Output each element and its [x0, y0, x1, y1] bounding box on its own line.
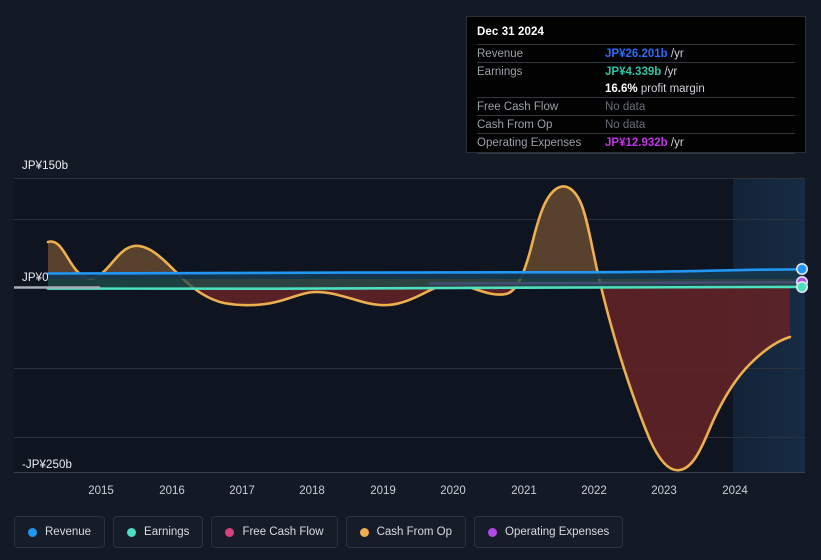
tooltip-date: Dec 31 2024 — [477, 26, 544, 38]
legend-label-free-cash-flow: Free Cash Flow — [242, 526, 324, 538]
y-axis-label-zero: JP¥0 — [22, 272, 49, 284]
x-axis-label-2022: 2022 — [581, 485, 607, 497]
legend-dot-cash-from-op-icon — [359, 527, 369, 537]
tooltip-amount-revenue: JP¥26.201b — [605, 47, 668, 60]
series-end-markers — [795, 262, 808, 293]
x-axis-label-2017: 2017 — [229, 485, 255, 497]
legend-label-earnings: Earnings — [144, 526, 190, 538]
tooltip-bottom-divider — [477, 153, 795, 154]
tooltip-value-profit-margin: 16.6% profit margin — [605, 83, 705, 95]
x-axis-label-2018: 2018 — [299, 485, 325, 497]
tooltip-amount-operating-expenses: JP¥12.932b — [605, 136, 668, 149]
tooltip-label-operating-expenses: Operating Expenses — [477, 136, 582, 149]
legend-label-cash-from-op: Cash From Op — [376, 526, 453, 538]
tooltip-row-operating-expenses: Operating Expenses JP¥12.932b /yr — [477, 133, 795, 151]
legend-item-free-cash-flow[interactable]: Free Cash Flow — [211, 516, 338, 548]
end-marker-earnings — [795, 280, 808, 293]
tooltip-value-cash-from-op: No data — [605, 119, 645, 131]
legend-item-earnings[interactable]: Earnings — [113, 516, 204, 548]
tooltip-amount-profit-margin: 16.6% — [605, 82, 638, 95]
tooltip-value-revenue: JP¥26.201b /yr — [605, 48, 684, 60]
x-axis-label-2020: 2020 — [440, 485, 466, 497]
x-axis-label-2019: 2019 — [370, 485, 396, 497]
legend-dot-earnings-icon — [127, 527, 137, 537]
legend-item-cash-from-op[interactable]: Cash From Op — [345, 516, 467, 548]
x-axis-label-2016: 2016 — [159, 485, 185, 497]
tooltip-unit-operating-expenses: /yr — [670, 136, 684, 149]
tooltip-value-operating-expenses: JP¥12.932b /yr — [605, 137, 684, 149]
x-axis-label-2015: 2015 — [88, 485, 114, 497]
data-tooltip: Dec 31 2024 Revenue JP¥26.201b /yr Earni… — [466, 16, 806, 154]
legend-dot-revenue-icon — [28, 527, 37, 537]
tooltip-unit-revenue: /yr — [670, 47, 684, 60]
tooltip-label-cash-from-op: Cash From Op — [477, 118, 553, 131]
x-axis-label-2023: 2023 — [651, 485, 677, 497]
tooltip-value-free-cash-flow: No data — [605, 101, 645, 113]
tooltip-label-earnings: Earnings — [477, 65, 523, 78]
x-axis-label-2021: 2021 — [511, 485, 537, 497]
series-earnings — [46, 279, 802, 291]
tooltip-row-revenue: Revenue JP¥26.201b /yr — [477, 44, 795, 62]
tooltip-amount-free-cash-flow: No data — [605, 100, 646, 113]
tooltip-amount-cash-from-op: No data — [605, 118, 646, 131]
y-axis-label-max: JP¥150b — [22, 160, 69, 172]
tooltip-value-earnings: JP¥4.339b /yr — [605, 66, 677, 78]
tooltip-row-cash-from-op: Cash From Op No data — [477, 115, 795, 133]
tooltip-unit-profit-margin: profit margin — [640, 82, 705, 95]
tooltip-label-revenue: Revenue — [477, 47, 524, 60]
legend-dot-free-cash-flow-icon — [225, 527, 235, 537]
legend-item-operating-expenses[interactable]: Operating Expenses — [474, 516, 624, 548]
tooltip-row-profit-margin: 16.6% profit margin — [477, 80, 795, 97]
series-cash-from-op — [46, 185, 792, 472]
chart-legend: Revenue Earnings Free Cash Flow Cash Fro… — [14, 516, 624, 548]
y-axis-label-min: -JP¥250b — [22, 459, 73, 471]
tooltip-unit-earnings: /yr — [664, 65, 678, 78]
legend-label-revenue: Revenue — [45, 526, 92, 538]
tooltip-amount-earnings: JP¥4.339b — [605, 65, 662, 78]
tooltip-label-free-cash-flow: Free Cash Flow — [477, 100, 559, 113]
legend-item-revenue[interactable]: Revenue — [14, 516, 106, 548]
end-marker-revenue — [795, 262, 808, 275]
x-axis-label-2024: 2024 — [722, 485, 748, 497]
legend-dot-operating-expenses-icon — [488, 527, 498, 537]
tooltip-row-free-cash-flow: Free Cash Flow No data — [477, 97, 795, 115]
tooltip-row-earnings: Earnings JP¥4.339b /yr — [477, 62, 795, 80]
financial-chart-panel: JP¥150b JP¥0 -JP¥250b 2015 2016 2017 201… — [0, 0, 821, 560]
legend-label-operating-expenses: Operating Expenses — [505, 526, 610, 538]
